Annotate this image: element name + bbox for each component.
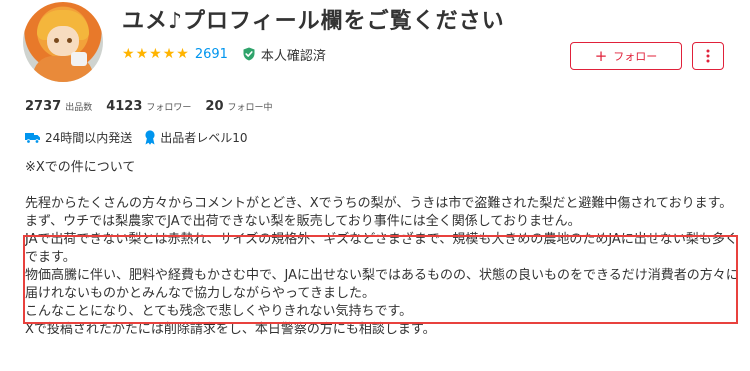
follow-button[interactable]: + フォロー <box>570 42 682 70</box>
description-paragraph: 先程からたくさんの方々からコメントがとどき、Xでうちの梨が、うきは市で盗難された… <box>25 196 733 211</box>
avatar-cup <box>71 52 87 66</box>
seller-level-label: 出品者レベル10 <box>160 131 248 145</box>
seller-badges: 24時間以内発送 出品者レベル10 <box>25 129 260 146</box>
seller-level-badge: 出品者レベル10 <box>144 129 248 146</box>
star-icon: ★ <box>149 46 162 62</box>
listings-count: 2737 <box>25 99 62 114</box>
more-options-button[interactable] <box>692 42 724 70</box>
following-count[interactable]: 20 <box>205 99 223 114</box>
rating-stars: ★ ★ ★ ★ ★ <box>122 46 190 62</box>
seller-stats: 2737 出品数 4123 フォロワー 20 フォロー中 <box>25 99 287 114</box>
description-paragraph: まず、ウチでは梨農家でJAで出荷できない梨を販売しており事件には全く関係しており… <box>25 214 581 229</box>
plus-icon: + <box>594 46 608 65</box>
ribbon-icon <box>145 130 155 145</box>
truck-icon <box>25 132 40 144</box>
vertical-ellipsis-icon <box>706 49 710 63</box>
avatar-eye <box>54 38 59 43</box>
follow-label: フォロー <box>613 50 658 63</box>
followers-count[interactable]: 4123 <box>106 99 142 114</box>
description-heading: ※Xでの件について <box>25 160 136 175</box>
seller-name: ユメ♪プロフィール欄をご覧ください <box>122 9 505 34</box>
shipping-label: 24時間以内発送 <box>45 131 133 145</box>
highlight-annotation-box <box>23 235 738 324</box>
avatar-eye <box>67 38 72 43</box>
following-label[interactable]: フォロー中 <box>228 100 273 113</box>
review-count-link[interactable]: 2691 <box>195 47 228 62</box>
rating-row: ★ ★ ★ ★ ★ 2691 本人確認済 <box>122 45 326 64</box>
listings-label: 出品数 <box>65 103 93 113</box>
star-icon: ★ <box>162 46 176 62</box>
shipping-badge: 24時間以内発送 <box>25 129 132 146</box>
star-icon: ★ <box>135 46 149 62</box>
verified-label: 本人確認済 <box>260 48 326 64</box>
followers-label[interactable]: フォロワー <box>146 100 191 113</box>
star-icon: ★ <box>176 46 189 62</box>
star-icon: ★ <box>122 46 135 62</box>
seller-avatar[interactable] <box>23 2 103 82</box>
verified-shield-icon <box>243 47 255 61</box>
